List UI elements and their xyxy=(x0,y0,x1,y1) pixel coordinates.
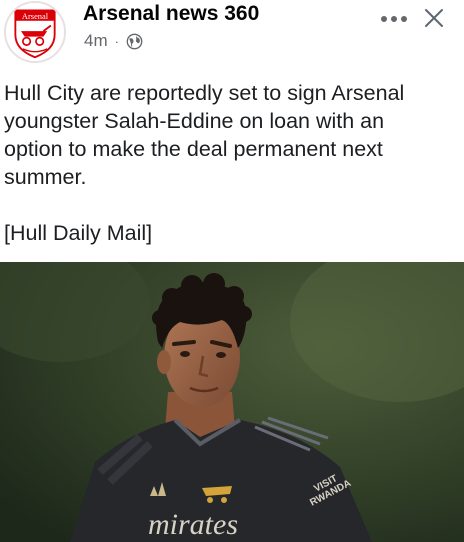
shirt-sponsor-text: mirates xyxy=(148,508,238,541)
post-meta: 4m · xyxy=(84,31,143,51)
player-photo-image: mirates VISIT RWANDA xyxy=(0,262,464,542)
avatar-text: Arsenal xyxy=(22,12,49,21)
post-body-text: Hull City are reportedly set to sign Ars… xyxy=(4,81,405,245)
post-time[interactable]: 4m xyxy=(84,31,108,51)
close-icon[interactable] xyxy=(423,7,445,29)
more-horizontal-icon[interactable] xyxy=(379,10,409,28)
globe-icon xyxy=(126,33,143,49)
meta-separator: · xyxy=(114,33,119,49)
page-name[interactable]: Arsenal news 360 xyxy=(83,2,259,26)
player-photo[interactable]: mirates VISIT RWANDA xyxy=(0,262,464,542)
arsenal-logo-icon: Arsenal xyxy=(6,3,64,61)
avatar[interactable]: Arsenal xyxy=(4,1,66,63)
post-header: Arsenal Arsenal news 360 4m · xyxy=(0,0,464,70)
